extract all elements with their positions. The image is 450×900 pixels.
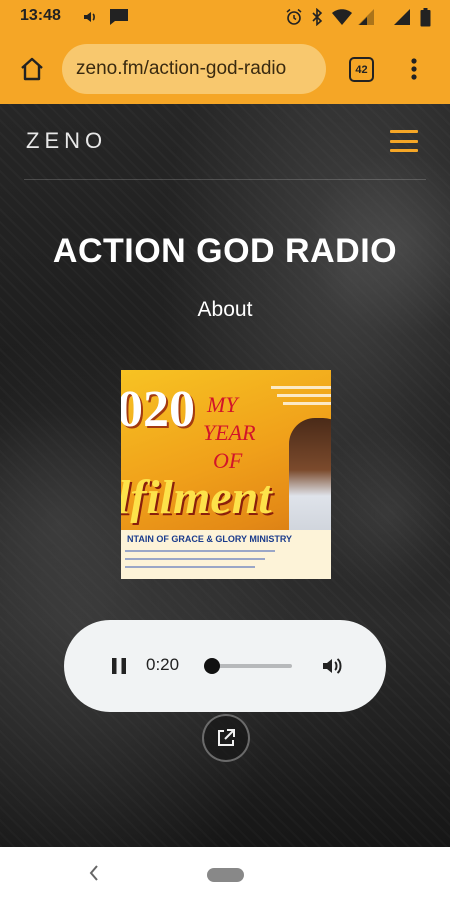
volume-icon bbox=[323, 658, 342, 674]
system-nav-bar bbox=[0, 847, 450, 900]
wifi-icon bbox=[330, 0, 354, 34]
status-time: 13:48 bbox=[20, 7, 61, 24]
cover-streak bbox=[283, 402, 331, 405]
browser-menu-button[interactable] bbox=[400, 52, 428, 86]
pause-button[interactable] bbox=[108, 655, 130, 677]
hamburger-line bbox=[390, 139, 418, 143]
battery-icon bbox=[418, 0, 432, 34]
cover-ministry: NTAIN OF GRACE & GLORY MINISTRY bbox=[127, 534, 293, 544]
nav-back-button[interactable] bbox=[82, 861, 106, 885]
chevron-left-icon bbox=[89, 865, 98, 881]
cover-headline: lfilment bbox=[121, 471, 272, 524]
about-link[interactable]: About bbox=[0, 298, 450, 322]
cover-fine-print bbox=[125, 558, 265, 560]
alarm-icon bbox=[284, 0, 304, 34]
pause-icon bbox=[112, 658, 126, 674]
status-bar: 13:48 bbox=[0, 0, 450, 34]
home-gesture-pill[interactable] bbox=[207, 868, 244, 882]
volume-icon bbox=[80, 0, 100, 34]
browser-toolbar: zeno.fm/action-god-radio 42 bbox=[0, 34, 450, 104]
current-time: 0:20 bbox=[146, 655, 180, 674]
audio-player: 0:20 bbox=[64, 620, 386, 712]
station-title: ACTION GOD RADIO bbox=[52, 232, 398, 270]
cover-person bbox=[289, 418, 331, 548]
web-page: ZENO ACTION GOD RADIO About 020 MY YEAR … bbox=[0, 104, 450, 847]
address-bar-url: zeno.fm/action-god-radio bbox=[76, 58, 287, 79]
share-button[interactable] bbox=[202, 714, 250, 762]
more-vert-icon bbox=[411, 58, 417, 80]
home-icon bbox=[21, 57, 43, 81]
header-divider bbox=[24, 179, 426, 180]
seek-bar[interactable] bbox=[204, 658, 292, 674]
hamburger-line bbox=[390, 149, 418, 152]
tab-switcher-button[interactable]: 42 bbox=[349, 57, 374, 82]
address-bar[interactable]: zeno.fm/action-god-radio bbox=[62, 44, 326, 94]
open-in-new-icon bbox=[218, 729, 235, 746]
hamburger-menu-icon[interactable] bbox=[390, 130, 418, 152]
seek-handle[interactable] bbox=[204, 658, 221, 674]
volume-button[interactable] bbox=[320, 654, 344, 678]
cover-streak bbox=[277, 394, 331, 397]
cover-text-year: YEAR bbox=[203, 420, 256, 445]
cover-fine-print bbox=[125, 550, 275, 552]
home-button[interactable] bbox=[14, 51, 50, 87]
cover-fine-print bbox=[125, 566, 255, 568]
cover-streak bbox=[271, 386, 331, 389]
station-cover-image: 020 MY YEAR OF lfilment NTAIN OF GRACE &… bbox=[121, 370, 331, 579]
bluetooth-icon bbox=[308, 0, 326, 34]
cover-year: 020 bbox=[121, 381, 195, 438]
signal-icon bbox=[392, 0, 412, 34]
cover-text-my: MY bbox=[207, 392, 238, 417]
zeno-logo[interactable]: ZENO bbox=[26, 128, 107, 154]
signal-icon bbox=[356, 0, 376, 34]
message-icon bbox=[108, 0, 130, 34]
hamburger-line bbox=[390, 130, 418, 133]
